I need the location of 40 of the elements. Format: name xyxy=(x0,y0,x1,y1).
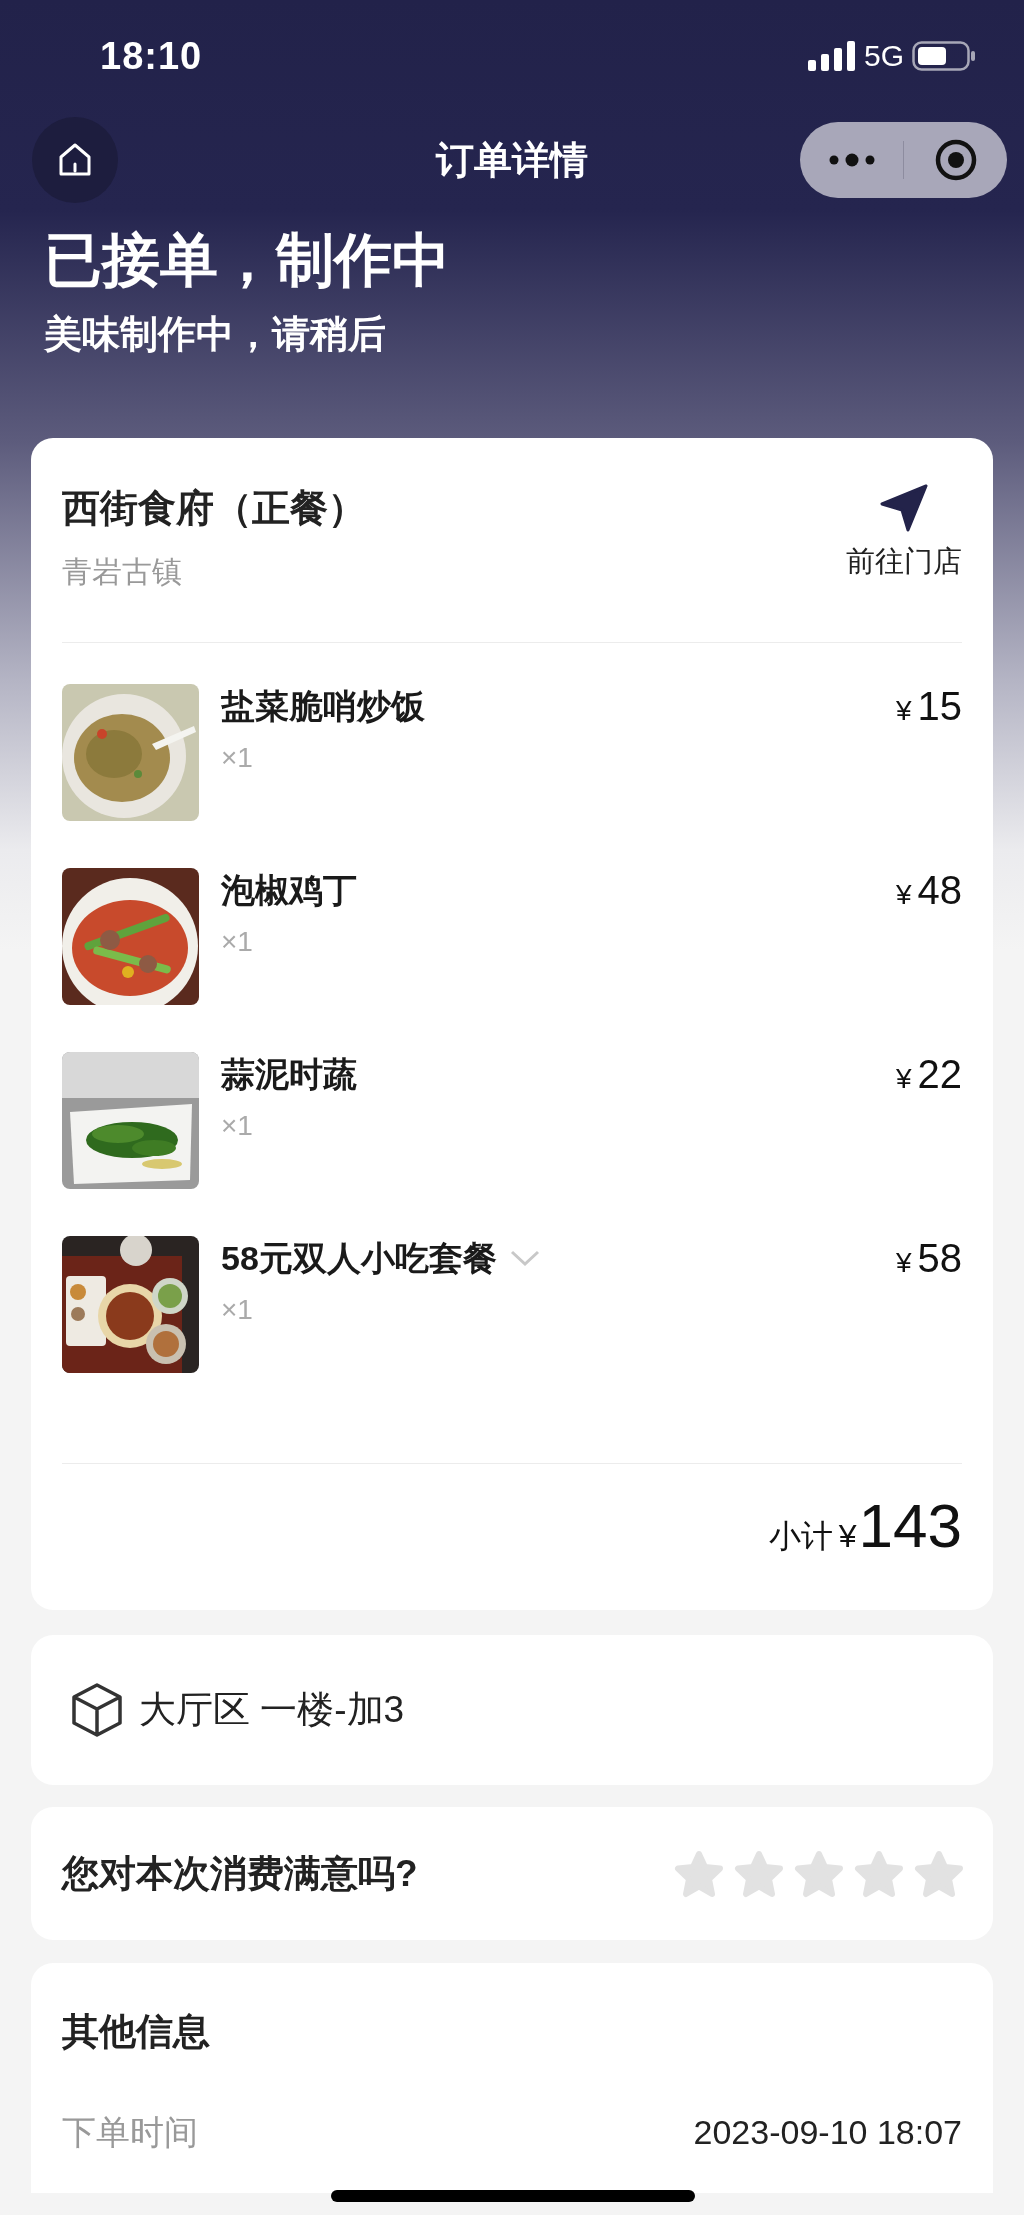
page-title: 订单详情 xyxy=(436,137,588,183)
network-label: 5G xyxy=(863,39,904,73)
item-name: 泡椒鸡丁 xyxy=(221,870,357,911)
item-price: ¥48 xyxy=(895,868,962,914)
item-name: 58元双人小吃套餐 xyxy=(221,1238,497,1279)
info-value: 2023-09-10 18:07 xyxy=(693,2112,962,2153)
item-quantity: ×1 xyxy=(221,1293,254,1327)
item-quantity: ×1 xyxy=(221,1109,254,1143)
rating-star[interactable] xyxy=(673,1848,725,1899)
item-price: ¥22 xyxy=(895,1052,962,1098)
section-title: 其他信息 xyxy=(62,2010,211,2054)
store-location: 青岩古镇 xyxy=(62,554,183,590)
box-icon xyxy=(71,1682,123,1738)
more-icon xyxy=(827,153,876,167)
battery-icon xyxy=(912,41,976,71)
rating-star[interactable] xyxy=(733,1848,785,1899)
clock-time: 18:10 xyxy=(100,34,203,78)
item-quantity: ×1 xyxy=(221,925,254,959)
navigation-arrow-icon xyxy=(880,484,928,532)
table-location: 大厅区 一楼-加3 xyxy=(139,1688,405,1732)
navigate-button[interactable]: 前往门店 xyxy=(846,484,962,584)
rating-question: 您对本次消费满意吗? xyxy=(62,1851,418,1896)
order-status-title: 已接单，制作中 xyxy=(44,226,451,294)
info-label: 下单时间 xyxy=(62,2112,198,2153)
rating-star[interactable] xyxy=(853,1848,905,1899)
subtotal-amount: ¥143 xyxy=(838,1490,962,1561)
signal-icon xyxy=(807,41,856,71)
home-indicator[interactable] xyxy=(331,2190,695,2202)
chevron-down-icon[interactable] xyxy=(508,1249,541,1267)
item-price: ¥15 xyxy=(895,684,962,730)
order-status-subtitle: 美味制作中，请稍后 xyxy=(44,312,387,357)
rating-star[interactable] xyxy=(793,1848,845,1899)
store-name: 西街食府（正餐） xyxy=(62,486,366,531)
item-price: ¥58 xyxy=(895,1236,962,1282)
rating-star[interactable] xyxy=(913,1848,965,1899)
subtotal-label: 小计 xyxy=(768,1517,833,1556)
target-icon xyxy=(933,138,978,182)
item-name: 蒜泥时蔬 xyxy=(221,1054,357,1095)
item-name: 盐菜脆哨炒饭 xyxy=(221,686,425,727)
item-quantity: ×1 xyxy=(221,741,254,775)
